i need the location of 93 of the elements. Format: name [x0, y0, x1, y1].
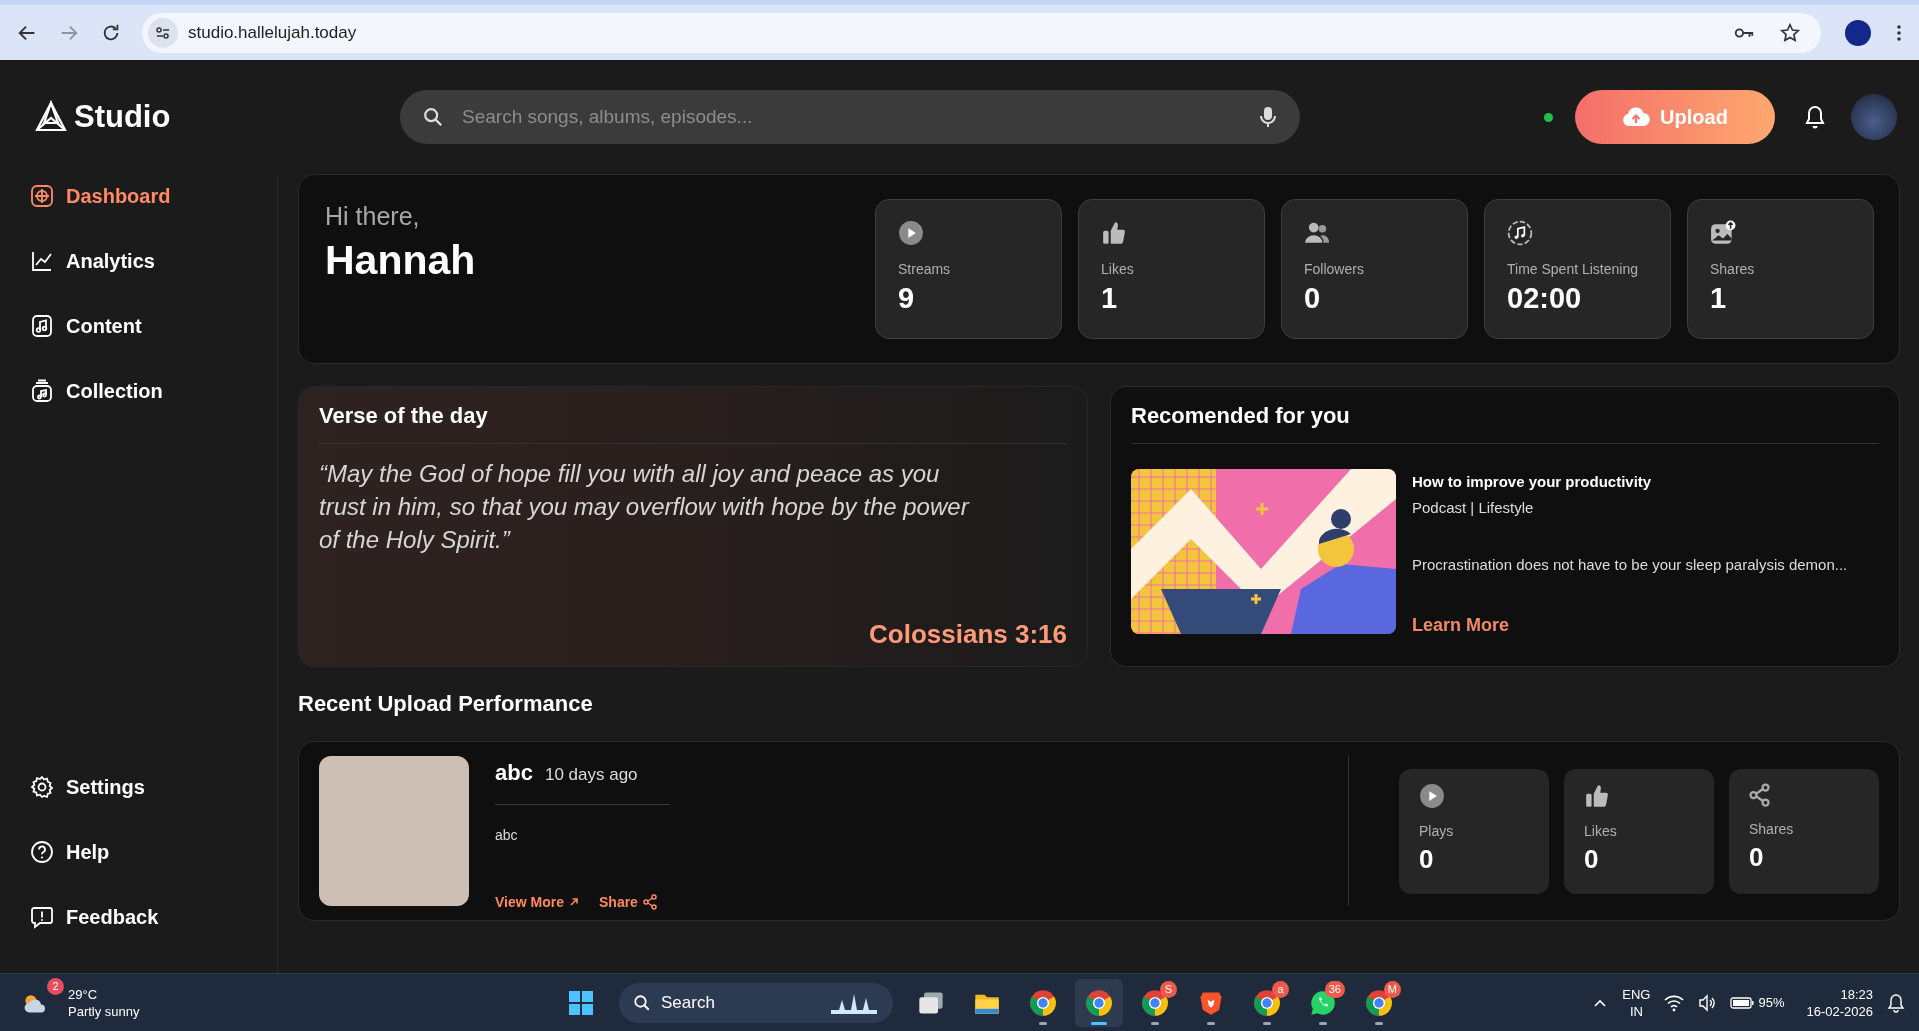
stat-value: 02:00 — [1507, 282, 1582, 315]
search-icon — [422, 106, 444, 128]
notification-badge: S — [1160, 980, 1177, 998]
clock-date[interactable]: 16-02-2026 — [1806, 1002, 1873, 1020]
bell-icon[interactable] — [1803, 104, 1827, 130]
notification-bell-icon[interactable] — [1887, 992, 1905, 1013]
play-icon — [1419, 782, 1445, 809]
recommendation-category: Podcast | Lifestyle — [1412, 499, 1534, 516]
music-disc-icon — [1507, 220, 1533, 246]
stat-label: Likes — [1101, 261, 1134, 277]
learn-more-link[interactable]: Learn More — [1412, 615, 1510, 636]
section-title: Recent Upload Performance — [298, 691, 594, 717]
user-name: Hannah — [325, 237, 476, 284]
address-bar[interactable]: studio.hallelujah.today — [142, 12, 1821, 53]
stat-value: 0 — [1749, 841, 1764, 873]
share-icon — [642, 894, 657, 910]
notification-badge: 36 — [1324, 980, 1345, 998]
stat-label: Streams — [898, 261, 951, 277]
weather-condition: Partly sunny — [68, 1002, 140, 1020]
region-text[interactable]: IN — [1622, 1002, 1651, 1020]
feedback-icon — [30, 905, 54, 929]
sidebar-item[interactable]: Help — [30, 830, 250, 874]
stat-label: Shares — [1749, 820, 1794, 837]
recommendation-title[interactable]: How to improve your productivity — [1412, 473, 1652, 490]
wifi-icon[interactable] — [1664, 993, 1685, 1012]
stat-label: Shares — [1710, 261, 1755, 277]
verse-text: “May the God of hope fill you with all joy and peace as you trust in him, so that you may overflow with hope by the power of the Holy Spirit.” — [319, 459, 971, 555]
sidebar-item[interactable]: Feedback — [30, 895, 250, 939]
url-text: studio.hallelujah.today — [188, 22, 358, 43]
clock-time[interactable]: 18:23 — [1806, 985, 1873, 1003]
site-info-button[interactable] — [148, 17, 178, 48]
recommendation-description: Procrastination does not have to be your sleep paralysis demon... — [1412, 556, 1848, 573]
thumbs-up-icon — [1584, 782, 1610, 809]
share-link[interactable]: Share — [599, 894, 657, 910]
sidebar-item[interactable]: Analytics — [30, 239, 250, 283]
dashboard-icon — [30, 184, 54, 208]
search-icon — [633, 993, 651, 1012]
line-chart-icon — [30, 249, 54, 273]
battery-icon[interactable] — [1730, 996, 1755, 1009]
music-file-icon — [30, 314, 54, 338]
card-title: Recomended for you — [1131, 403, 1879, 444]
sidebar-item[interactable]: Settings — [30, 765, 250, 809]
stat-label: Likes — [1584, 822, 1617, 839]
stat-value: 0 — [1304, 282, 1321, 315]
upload-description: abc — [495, 827, 519, 843]
users-icon — [1304, 220, 1330, 246]
taskbar-search[interactable]: Search — [619, 982, 893, 1023]
stat-label: Plays — [1419, 822, 1454, 839]
arrow-up-right-icon — [569, 897, 579, 907]
stat-value: 9 — [898, 282, 915, 315]
notification-badge: a — [1272, 980, 1289, 998]
stat-value: 1 — [1710, 282, 1727, 315]
card-title: Verse of the day — [319, 403, 1067, 444]
taskbar-app[interactable] — [1075, 978, 1123, 1027]
music-stack-icon — [30, 379, 54, 403]
greeting-text: Hi there, — [325, 202, 421, 231]
sidebar-item[interactable]: Content — [30, 304, 250, 348]
verse-reference: Colossians 3:16 — [869, 619, 1067, 650]
profile-avatar[interactable] — [1845, 19, 1871, 46]
microphone-icon[interactable] — [1258, 105, 1278, 129]
star-icon[interactable] — [1779, 21, 1801, 44]
user-avatar[interactable] — [1851, 94, 1897, 140]
notification-badge: M — [1383, 980, 1401, 998]
stat-value: 0 — [1419, 843, 1434, 875]
upload-age: 10 days ago — [544, 765, 638, 785]
thumbs-up-icon — [1101, 220, 1127, 246]
view-more-link[interactable]: View More — [495, 894, 579, 910]
help-icon — [30, 840, 54, 864]
language-text[interactable]: ENG — [1622, 985, 1651, 1003]
triangle-logo-icon — [34, 100, 68, 134]
cloud-upload-icon — [1622, 106, 1651, 128]
volume-icon[interactable] — [1698, 993, 1717, 1012]
stat-value: 0 — [1584, 843, 1599, 875]
notification-badge: 2 — [47, 977, 64, 995]
play-icon — [898, 220, 924, 246]
windows-logo-icon — [568, 989, 594, 1016]
settings-icon — [30, 775, 54, 799]
search-field[interactable]: Search songs, albums, episodes... — [400, 90, 1300, 144]
battery-percentage: 95% — [1758, 995, 1785, 1010]
stat-label: Followers — [1304, 261, 1364, 277]
upload-title: abc — [495, 760, 533, 786]
chrome-icon — [1029, 988, 1057, 1017]
share-icon — [1749, 782, 1770, 807]
sidebar-item[interactable]: Collection — [30, 369, 250, 413]
chrome-icon — [1085, 988, 1113, 1017]
temperature-text: 29°C — [68, 985, 99, 1003]
stat-label: Time Spent Listening — [1507, 261, 1638, 277]
sidebar-item[interactable]: Dashboard — [30, 174, 250, 218]
stat-value: 1 — [1101, 282, 1118, 315]
brand-name: Studio — [74, 99, 171, 135]
image-upload-icon — [1710, 220, 1736, 246]
search-input[interactable]: Search songs, albums, episodes... — [460, 105, 1242, 129]
tune-icon — [155, 24, 171, 41]
